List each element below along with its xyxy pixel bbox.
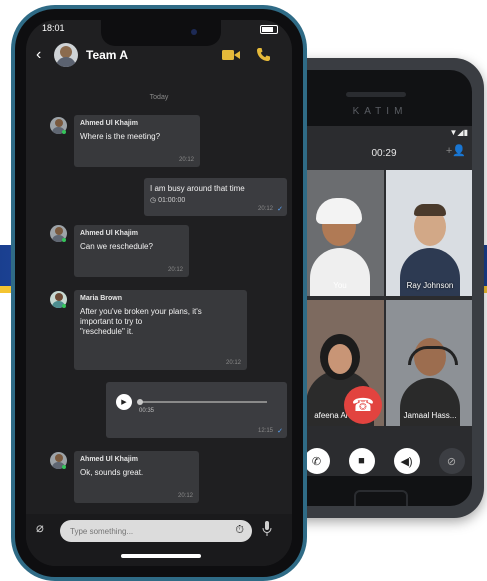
attachment-icon[interactable]: ⌀ [36, 520, 44, 536]
message-time: 20:12 [167, 267, 183, 273]
group-avatar[interactable] [54, 43, 78, 67]
message-time: 20:12 [178, 157, 194, 163]
chat-title[interactable]: Team A [86, 48, 128, 62]
speaker-icon[interactable]: ◀) [393, 448, 420, 474]
online-indicator [62, 238, 66, 242]
chat-header: ‹ Team A [26, 40, 292, 80]
message-sender: Maria Brown [80, 295, 123, 302]
participant-tile[interactable]: You [296, 170, 384, 296]
status-time: 18:01 [42, 23, 65, 33]
message-time: 20:12 [257, 206, 273, 212]
speaker-grille [346, 92, 406, 97]
home-indicator [121, 554, 201, 558]
participant-name: You [333, 281, 347, 290]
message-time: 12:15 [257, 428, 273, 434]
mic-off-icon[interactable]: ⊘ [438, 448, 465, 474]
online-indicator [62, 130, 66, 134]
message-text: Where is the meeting? [80, 132, 161, 141]
chat-screen: 18:01 ‹ Team A Today Ahmed Ul Khajim Whe… [26, 20, 292, 566]
participant-name: Ray Johnson [406, 281, 454, 290]
participant-name: Jamaal Hass... [403, 411, 457, 420]
video-icon[interactable]: ■ [348, 448, 375, 474]
message-sender: Ahmed Ul Khajim [80, 120, 138, 127]
message-bubble[interactable]: Ahmed Ul Khajim Can we reschedule? 20:12 [74, 225, 189, 277]
online-indicator [62, 465, 66, 469]
message-input[interactable] [70, 524, 220, 538]
back-phone-frame: KATIM ▼◢▮ 00:29 +👤 You Ray Johnson afeen… [280, 70, 472, 506]
read-check-icon: ✓ [277, 428, 283, 435]
audio-duration: 00:35 [139, 408, 155, 414]
online-indicator [62, 304, 66, 308]
audio-message[interactable]: ▶ 00:35 12:15 ✓ [106, 382, 287, 438]
message-bubble[interactable]: Ahmed Ul Khajim Where is the meeting? 20… [74, 115, 200, 167]
participant-tile[interactable]: Jamaal Hass... [386, 300, 472, 426]
message-text: Ok, sounds great. [80, 468, 144, 477]
self-destruct-timer: ◷ 01:00:00 [150, 196, 185, 204]
message-sender: Ahmed Ul Khajim [80, 456, 138, 463]
phone-off-icon[interactable]: ✆ [303, 448, 330, 474]
phone-icon[interactable] [256, 47, 271, 62]
participant-tile[interactable]: Ray Johnson [386, 170, 472, 296]
message-text: I am busy around that time [150, 184, 245, 193]
play-icon[interactable]: ▶ [116, 394, 132, 410]
battery-icon [260, 25, 278, 34]
message-time: 20:12 [177, 493, 193, 499]
end-call-button[interactable]: ☎ [344, 386, 382, 424]
message-input-box[interactable]: ⏱ [60, 520, 252, 542]
audio-progress-handle[interactable] [137, 399, 143, 405]
message-bubble[interactable]: Ahmed Ul Khajim Ok, sounds great. 20:12 [74, 451, 199, 503]
brand-logo: KATIM [352, 106, 408, 117]
message-text: Can we reschedule? [80, 242, 153, 251]
microphone-icon[interactable] [262, 521, 272, 537]
audio-progress-track[interactable] [139, 401, 267, 403]
stopwatch-icon[interactable]: ⏱ [235, 524, 244, 537]
video-camera-icon[interactable] [222, 49, 240, 61]
front-phone: 18:01 ‹ Team A Today Ahmed Ul Khajim Whe… [11, 5, 307, 581]
message-time: 20:12 [225, 360, 241, 366]
timer-value: 01:00:00 [158, 197, 186, 204]
message-bubble[interactable]: Maria Brown After you've broken your pla… [74, 290, 247, 370]
back-arrow-icon[interactable]: ‹ [36, 46, 41, 64]
timer-icon: ◷ [150, 197, 159, 204]
home-button[interactable] [354, 490, 408, 506]
status-icons: ▼◢▮ [449, 128, 468, 137]
front-camera [191, 29, 197, 35]
read-check-icon: ✓ [277, 206, 283, 213]
message-bubble-out[interactable]: I am busy around that time ◷ 01:00:00 20… [144, 178, 287, 216]
phone-hangup-icon: ☎ [351, 394, 375, 415]
message-text: After you've broken your plans, it's imp… [80, 307, 202, 336]
message-sender: Ahmed Ul Khajim [80, 230, 138, 237]
add-participant-icon[interactable]: +👤 [446, 144, 466, 157]
call-controls: ✆ ■ ◀) ⊘ [294, 446, 472, 476]
day-separator: Today [149, 94, 169, 101]
video-call-screen: ▼◢▮ 00:29 +👤 You Ray Johnson afeena Ahme… [294, 126, 472, 476]
message-composer: ⌀ ⏱ [26, 514, 292, 566]
